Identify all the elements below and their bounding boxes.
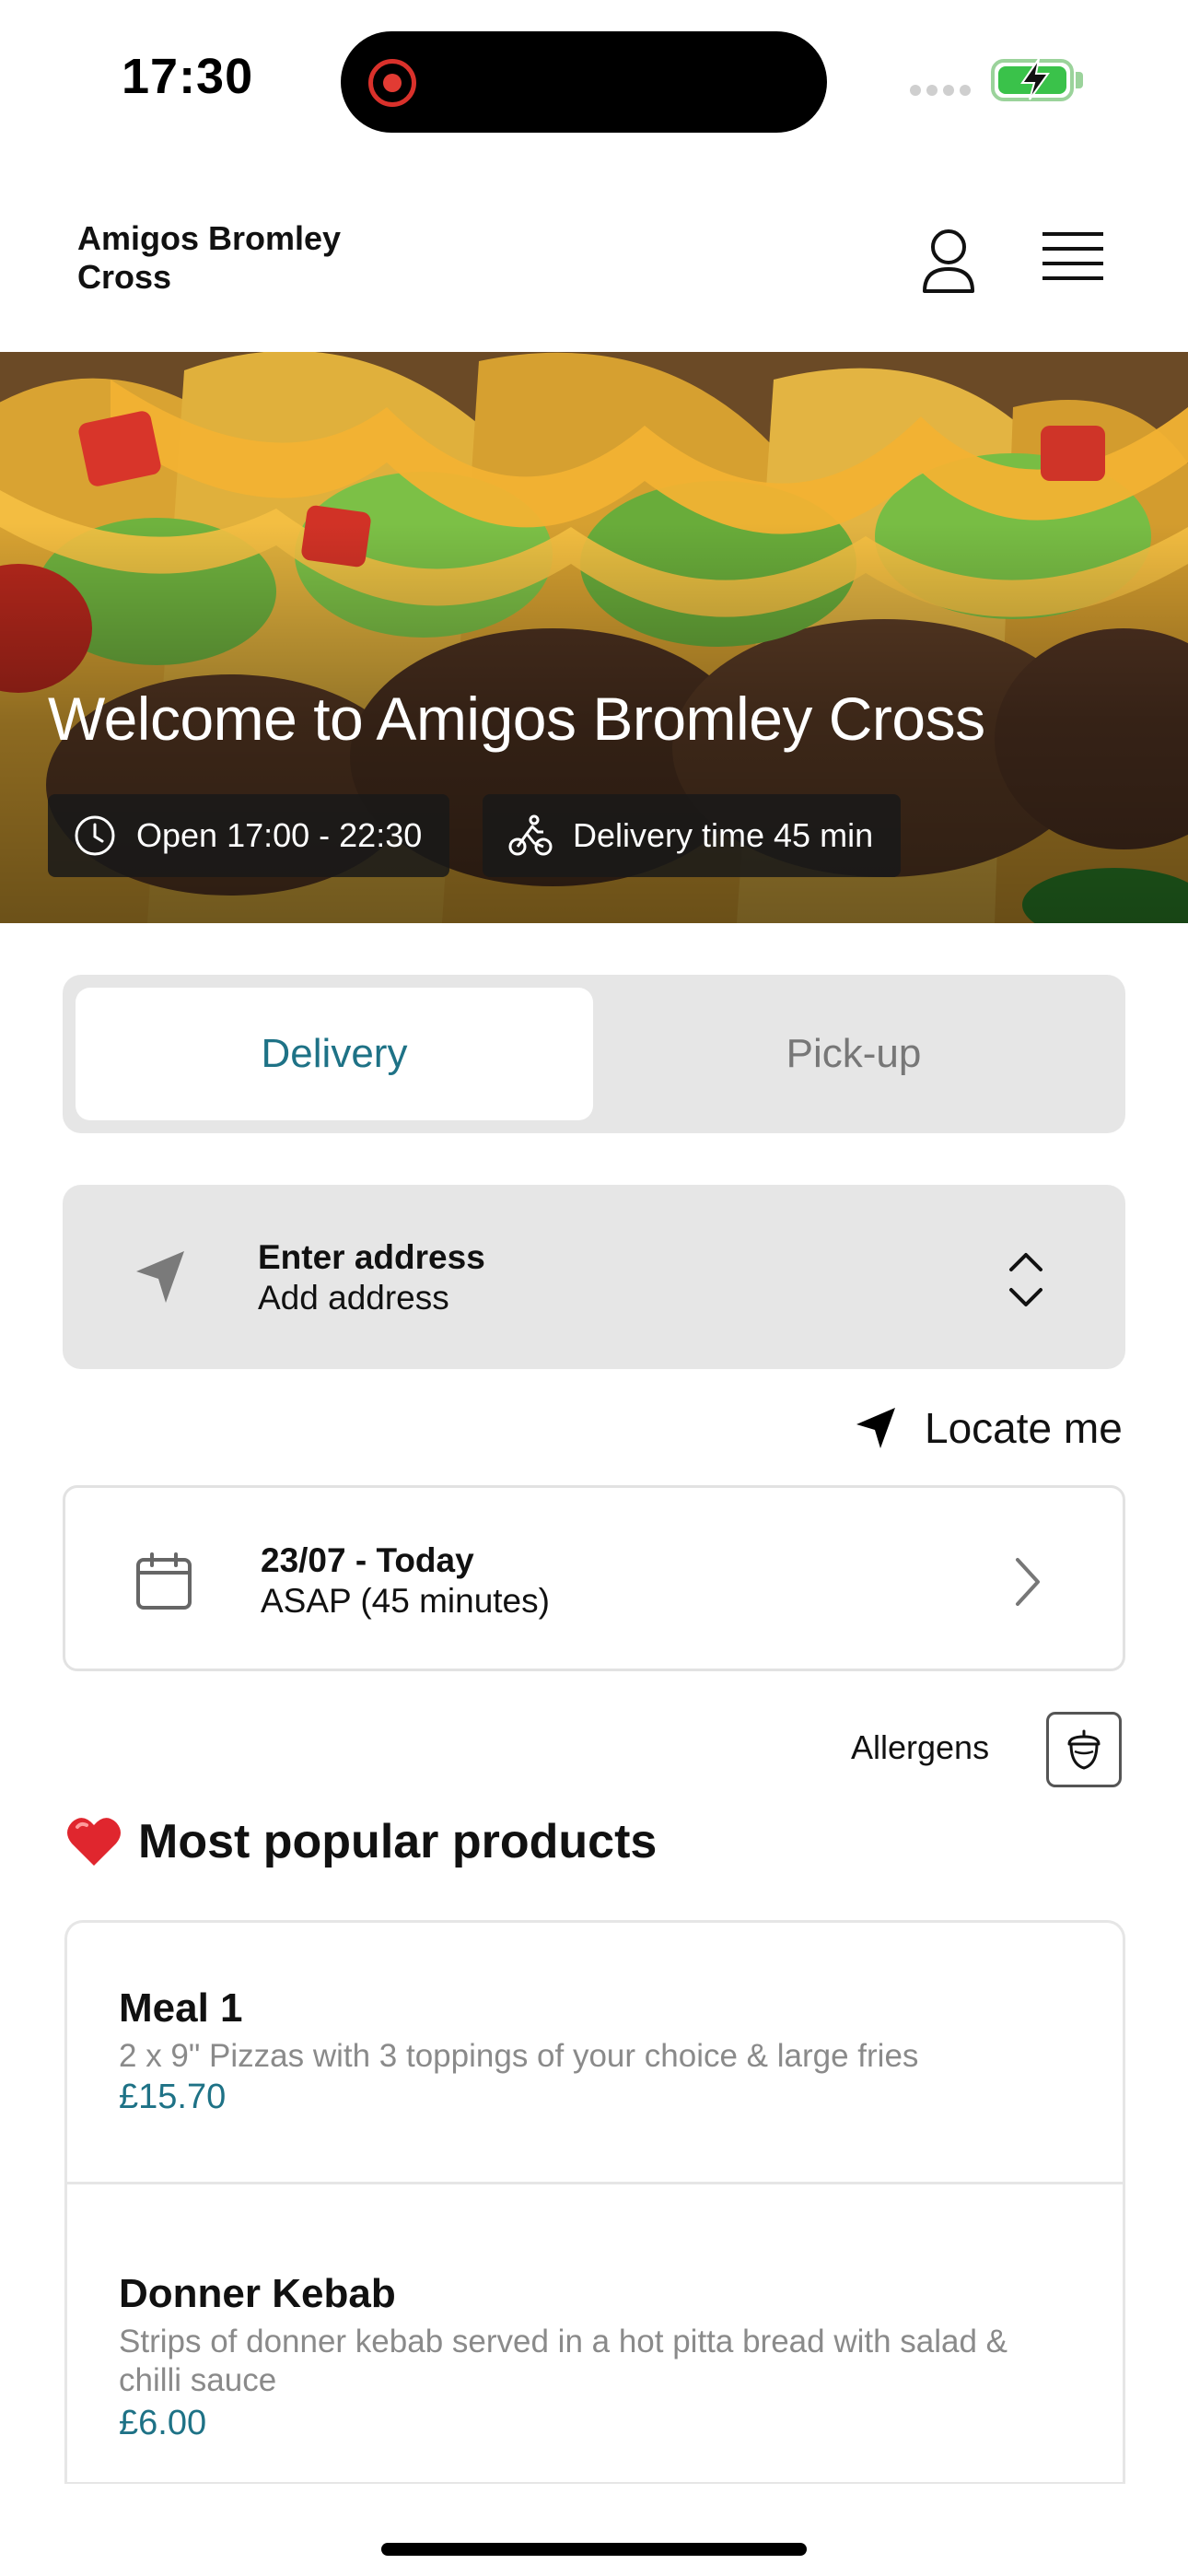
- product-description: Strips of donner kebab served in a hot p…: [119, 2324, 1008, 2398]
- address-selector[interactable]: Enter address Add address: [63, 1185, 1125, 1369]
- delivery-time-badge: Delivery time 45 min: [483, 794, 902, 877]
- delivery-time-text: Delivery time 45 min: [573, 816, 874, 854]
- delivery-time-selector[interactable]: 23/07 - Today ASAP (45 minutes): [63, 1485, 1125, 1671]
- status-time: 17:30: [122, 49, 254, 104]
- product-list: Meal 1 2 x 9" Pizzas with 3 toppings of …: [64, 1920, 1125, 2484]
- tab-pickup[interactable]: Pick-up: [595, 988, 1112, 1120]
- profile-button[interactable]: [919, 227, 978, 295]
- user-icon: [923, 229, 974, 293]
- locate-me-label: Locate me: [925, 1404, 1123, 1452]
- address-title: Enter address: [258, 1238, 485, 1276]
- home-indicator[interactable]: [381, 2543, 807, 2556]
- address-value: Add address: [258, 1279, 449, 1317]
- heart-icon: [67, 1818, 121, 1866]
- hero-banner: Welcome to Amigos Bromley Cross Open 17:…: [0, 352, 1188, 923]
- list-item[interactable]: Meal 1 2 x 9" Pizzas with 3 toppings of …: [67, 1923, 1123, 2184]
- product-price: £15.70: [119, 2078, 227, 2116]
- app-header: Amigos Bromley Cross: [0, 157, 1188, 352]
- calendar-icon: [136, 1552, 192, 1610]
- navigation-arrow-icon: [856, 1408, 895, 1448]
- product-name: Donner Kebab: [119, 2271, 396, 2316]
- locate-me-button[interactable]: Locate me: [855, 1399, 1123, 1458]
- hamburger-menu-icon: [1042, 232, 1103, 280]
- product-name: Meal 1: [119, 1985, 243, 2031]
- delivery-date: 23/07 - Today: [261, 1541, 474, 1579]
- product-price: £6.00: [119, 2404, 207, 2442]
- store-name: Amigos Bromley Cross: [77, 219, 342, 296]
- hero-title: Welcome to Amigos Bromley Cross: [48, 685, 985, 753]
- cellular-signal-icon: [910, 85, 973, 96]
- opening-hours-text: Open 17:00 - 22:30: [136, 816, 423, 854]
- order-type-toggle: Delivery Pick-up: [63, 975, 1125, 1133]
- list-item[interactable]: Donner Kebab Strips of donner kebab serv…: [67, 2184, 1123, 2484]
- bicycle-courier-icon: [508, 814, 553, 856]
- delivery-slot: ASAP (45 minutes): [261, 1582, 550, 1620]
- allergens-button[interactable]: [1046, 1712, 1122, 1787]
- clock-icon: [75, 815, 115, 856]
- product-description: 2 x 9" Pizzas with 3 toppings of your ch…: [119, 2038, 919, 2074]
- opening-hours-badge: Open 17:00 - 22:30: [48, 794, 450, 877]
- popular-title: Most popular products: [138, 1815, 658, 1868]
- tab-delivery[interactable]: Delivery: [76, 988, 593, 1120]
- popular-section-heading: Most popular products: [64, 1809, 657, 1874]
- menu-button[interactable]: [1042, 230, 1103, 286]
- navigation-arrow-icon: [136, 1251, 184, 1303]
- charging-bolt-icon: [1020, 58, 1050, 100]
- chevron-right-icon: [1016, 1558, 1040, 1606]
- battery-cap: [1076, 72, 1083, 88]
- dynamic-island: [341, 31, 827, 133]
- acorn-icon: [1067, 1729, 1101, 1770]
- status-bar: 17:30: [0, 0, 1188, 157]
- recording-indicator-icon: [368, 59, 416, 107]
- chevron-up-down-icon: [1009, 1253, 1042, 1306]
- battery-icon: [991, 58, 1074, 101]
- allergens-label: Allergens: [851, 1728, 990, 1766]
